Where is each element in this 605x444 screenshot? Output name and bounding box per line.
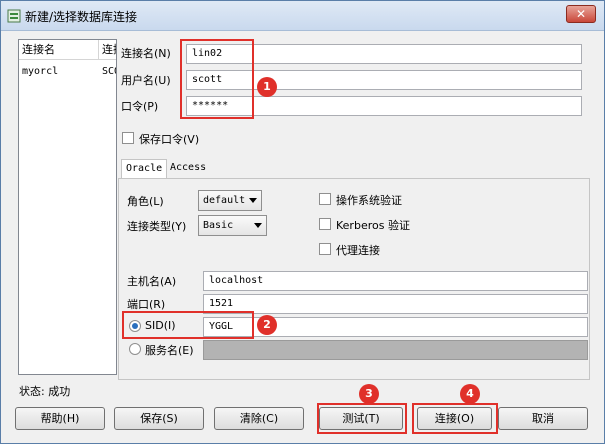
save-password-label: 保存口令(V) — [139, 133, 200, 146]
list-item-conn-detail[interactable]: SCOTT — [99, 64, 116, 80]
column-header-conn-name[interactable]: 连接名 — [19, 40, 99, 60]
close-button[interactable]: ✕ — [566, 5, 596, 23]
kerberos-checkbox[interactable] — [319, 218, 331, 230]
help-button[interactable]: 帮助(H) — [15, 407, 105, 430]
kerberos-label: Kerberos 验证 — [336, 219, 410, 232]
close-icon: ✕ — [575, 7, 587, 21]
tab-access[interactable]: Access — [166, 159, 210, 179]
annotation-box-4 — [412, 403, 498, 434]
proxy-label: 代理连接 — [336, 244, 380, 257]
conn-type-select[interactable]: Basic — [198, 215, 267, 236]
annotation-badge-1: 1 — [257, 77, 277, 97]
clear-button[interactable]: 清除(C) — [214, 407, 304, 430]
database-app-icon — [7, 9, 21, 23]
chevron-down-icon — [249, 198, 257, 203]
dialog-window: 新建/选择数据库连接 ✕ 连接名 连接 myorcl SCOTT 连接名(N) … — [0, 0, 605, 444]
role-select-value: default — [203, 195, 246, 206]
conn-name-label: 连接名(N) — [121, 47, 171, 60]
os-auth-checkbox[interactable] — [319, 193, 331, 205]
tab-oracle[interactable]: Oracle — [121, 159, 168, 180]
conn-type-label: 连接类型(Y) — [127, 220, 187, 233]
conn-type-select-value: Basic — [203, 220, 234, 231]
proxy-checkbox[interactable] — [319, 243, 331, 255]
host-input[interactable]: localhost — [203, 271, 588, 291]
role-select[interactable]: default — [198, 190, 262, 211]
port-label: 端口(R) — [127, 298, 166, 311]
window-title: 新建/选择数据库连接 — [25, 10, 138, 24]
chevron-down-icon — [254, 223, 262, 228]
status-text: 状态: 成功 — [19, 385, 71, 398]
annotation-box-2 — [122, 311, 254, 339]
list-item-conn-name[interactable]: myorcl — [19, 64, 99, 80]
annotation-box-3 — [317, 403, 407, 434]
role-label: 角色(L) — [127, 195, 164, 208]
service-name-radio[interactable] — [129, 343, 141, 355]
service-name-input[interactable] — [203, 340, 588, 360]
connection-list[interactable]: 连接名 连接 myorcl SCOTT — [18, 39, 117, 375]
save-button[interactable]: 保存(S) — [114, 407, 204, 430]
password-label: 口令(P) — [121, 100, 159, 113]
annotation-badge-3: 3 — [359, 384, 379, 404]
user-label: 用户名(U) — [121, 74, 171, 87]
os-auth-label: 操作系统验证 — [336, 194, 402, 207]
save-password-checkbox[interactable] — [122, 132, 134, 144]
annotation-badge-4: 4 — [460, 384, 480, 404]
title-bar[interactable]: 新建/选择数据库连接 ✕ — [1, 1, 604, 31]
annotation-box-1 — [180, 39, 254, 119]
column-header-conn[interactable]: 连接 — [99, 40, 116, 60]
service-name-label: 服务名(E) — [145, 344, 194, 357]
port-input[interactable]: 1521 — [203, 294, 588, 314]
cancel-button[interactable]: 取消 — [498, 407, 588, 430]
host-label: 主机名(A) — [127, 275, 177, 288]
annotation-badge-2: 2 — [257, 315, 277, 335]
